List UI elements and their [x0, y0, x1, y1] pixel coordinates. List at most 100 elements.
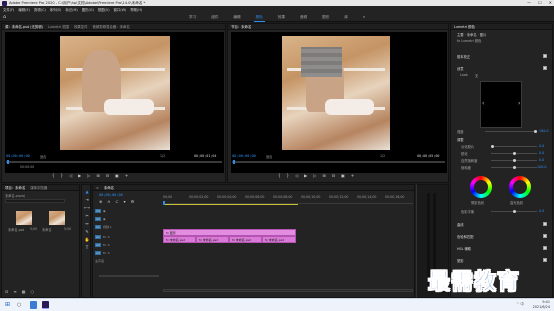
- step-forward-icon[interactable]: ▷: [313, 173, 316, 178]
- section-curves[interactable]: 曲线: [457, 222, 464, 227]
- slip-tool-icon[interactable]: ↔: [85, 221, 88, 226]
- track-header-v1[interactable]: V1 视频 1: [93, 224, 145, 230]
- close-button[interactable]: ✕: [549, 0, 552, 5]
- source-ruler[interactable]: [6, 161, 222, 163]
- tab-source[interactable]: 源：未命名.psd (无剪辑): [5, 24, 43, 29]
- program-playhead[interactable]: [233, 160, 235, 164]
- vibrance-slider-knob[interactable]: [513, 159, 516, 162]
- program-zoom-select[interactable]: 1/2: [380, 154, 385, 158]
- program-ruler[interactable]: [232, 161, 445, 163]
- solo-icon[interactable]: S: [108, 243, 110, 247]
- source-zoom-select[interactable]: 1/2: [160, 154, 165, 158]
- windows-start-icon[interactable]: ⊞: [5, 302, 10, 308]
- nest-icon[interactable]: ⊕: [99, 199, 102, 204]
- mark-in-icon[interactable]: {: [278, 173, 281, 178]
- tab-project[interactable]: 项目：未命名: [5, 185, 25, 190]
- step-back-icon[interactable]: ◁: [295, 173, 298, 178]
- color-wheels-checkbox[interactable]: [543, 234, 547, 238]
- vignette-checkbox[interactable]: [543, 258, 547, 262]
- step-forward-icon[interactable]: ▷: [87, 173, 90, 178]
- chevron-right-icon[interactable]: ›: [518, 100, 520, 107]
- timeline-zoom-bar[interactable]: [99, 275, 159, 277]
- tab-effect-controls[interactable]: 效果控件: [74, 24, 88, 29]
- look-preview[interactable]: [480, 81, 522, 128]
- lift-icon[interactable]: ⊞: [322, 173, 325, 178]
- project-item-thumbnail[interactable]: [16, 211, 32, 225]
- section-vignette[interactable]: 晕影: [457, 258, 464, 263]
- razor-tool-icon[interactable]: ✂: [85, 213, 88, 218]
- maximize-button[interactable]: ☐: [538, 0, 542, 5]
- mark-out-icon[interactable]: }: [287, 173, 290, 178]
- icon-view-icon[interactable]: ▦: [22, 289, 26, 294]
- look-select[interactable]: 无: [475, 73, 478, 78]
- menu-window[interactable]: 窗口(W): [114, 7, 127, 12]
- tab-audio-clip-mixer[interactable]: 音频剪辑混合器：未命名: [92, 24, 129, 29]
- camera-icon[interactable]: ▣: [115, 173, 119, 178]
- menu-edit[interactable]: 编辑(E): [18, 7, 30, 12]
- search-icon[interactable]: ○: [17, 302, 21, 308]
- tab-program[interactable]: 节目：未命名: [231, 24, 251, 29]
- hsl-secondary-checkbox[interactable]: [543, 246, 547, 250]
- menu-marker[interactable]: 标记(M): [65, 7, 77, 12]
- menu-file[interactable]: 文件(F): [3, 7, 14, 12]
- add-button-icon[interactable]: +: [125, 173, 128, 178]
- sharpen-value[interactable]: 0.0: [539, 151, 544, 155]
- track-header-a3[interactable]: A3 M S: [93, 250, 145, 256]
- tint-balance-slider-knob[interactable]: [513, 210, 516, 213]
- workspace-tab-effects[interactable]: 效果: [276, 14, 287, 22]
- step-back-icon[interactable]: ◁: [69, 173, 72, 178]
- track-tag[interactable]: A1: [95, 235, 101, 239]
- overwrite-icon[interactable]: ⊟: [106, 173, 109, 178]
- basic-correction-checkbox[interactable]: [543, 54, 547, 58]
- track-header-master[interactable]: 主声道: [93, 258, 145, 264]
- browser-app-icon[interactable]: [30, 301, 37, 309]
- linked-selection-icon[interactable]: ⊂: [115, 199, 118, 204]
- sharpen-slider-knob[interactable]: [513, 152, 516, 155]
- solo-icon[interactable]: S: [108, 251, 110, 255]
- tab-media-browser[interactable]: 媒体浏览器: [30, 185, 47, 190]
- track-tag[interactable]: V2: [95, 217, 101, 221]
- zoom-slider-icon[interactable]: ○: [31, 289, 35, 294]
- program-timecode[interactable]: 00;00;00;00: [232, 154, 256, 158]
- mark-in-icon[interactable]: {: [52, 173, 55, 178]
- workspace-tab-editing[interactable]: 编辑: [231, 14, 242, 22]
- menu-graphics[interactable]: 图形(G): [82, 7, 94, 12]
- track-header-a1[interactable]: A1 M S: [93, 234, 145, 240]
- track-header-a2[interactable]: A2 M S: [93, 242, 145, 248]
- timeline-clip[interactable]: fx 未命名.psd: [229, 236, 262, 243]
- ripple-edit-tool-icon[interactable]: ⟷: [84, 205, 90, 210]
- timeline-timecode[interactable]: 00;00;00;00: [99, 193, 123, 197]
- intensity-value[interactable]: 100.0: [539, 129, 548, 133]
- mark-out-icon[interactable]: }: [61, 173, 64, 178]
- workspace-tab-audio[interactable]: 音频: [298, 14, 309, 22]
- extract-icon[interactable]: ⊟: [332, 173, 335, 178]
- hand-tool-icon[interactable]: ✋: [85, 237, 90, 242]
- timeline-clip-graphic[interactable]: fx 图形: [163, 229, 296, 236]
- tab-lumetri-color[interactable]: Lumetri 颜色: [454, 24, 475, 29]
- faded-film-value[interactable]: 0.0: [539, 144, 544, 148]
- pen-tool-icon[interactable]: ✎: [85, 229, 88, 234]
- timeline-clip[interactable]: fx 未命名.psd: [196, 236, 229, 243]
- insert-icon[interactable]: ⊞: [96, 173, 99, 178]
- eye-icon[interactable]: ◉: [103, 217, 106, 221]
- source-playhead[interactable]: [7, 160, 9, 164]
- faded-film-slider-knob[interactable]: [491, 145, 494, 148]
- snap-icon[interactable]: ∩: [107, 199, 110, 204]
- section-color-wheels[interactable]: 色轮和匹配: [457, 234, 473, 239]
- tint-balance-value[interactable]: 0.0: [539, 209, 544, 213]
- track-tag[interactable]: A3: [95, 251, 101, 255]
- minimize-button[interactable]: —: [527, 0, 531, 5]
- creative-checkbox[interactable]: [543, 66, 547, 70]
- source-fit-select[interactable]: 适合: [40, 154, 46, 159]
- play-icon[interactable]: ▶: [78, 173, 81, 178]
- play-icon[interactable]: ▶: [304, 173, 307, 178]
- workspace-tab-assembly[interactable]: 组件: [209, 14, 220, 22]
- track-tag[interactable]: A2: [95, 243, 101, 247]
- track-header-v2[interactable]: V2 ◉: [93, 216, 145, 222]
- chevron-left-icon[interactable]: ‹: [482, 100, 484, 107]
- close-icon[interactable]: ×: [96, 186, 99, 190]
- mute-icon[interactable]: M: [103, 251, 106, 255]
- timeline-clip[interactable]: fx 未命名.psd: [262, 236, 296, 243]
- lock-icon[interactable]: ⊡: [5, 289, 8, 294]
- menu-view[interactable]: 视图(V): [98, 7, 110, 12]
